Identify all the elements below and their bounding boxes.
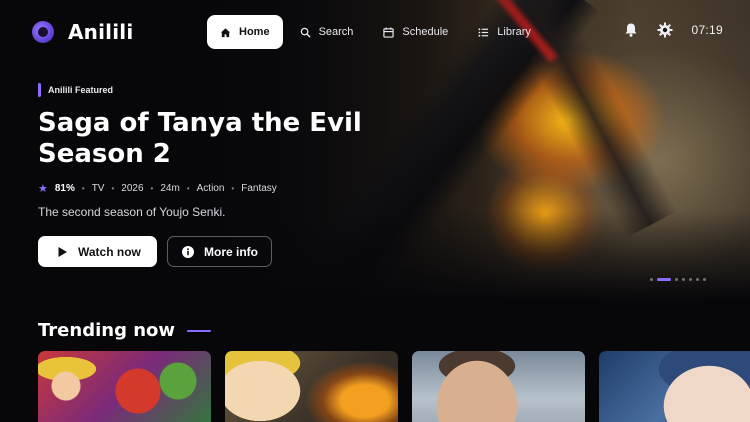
carousel-dot[interactable] xyxy=(696,278,699,281)
nav-home[interactable]: Home xyxy=(207,15,283,49)
hero-meta: ★ 81% • TV • 2026 • 24m • Action • Fanta… xyxy=(38,182,277,195)
meta-duration: 24m xyxy=(160,183,180,194)
carousel-dot[interactable] xyxy=(682,278,685,281)
carousel-indicator xyxy=(650,278,706,281)
carousel-dot[interactable] xyxy=(650,278,653,281)
more-info-button[interactable]: More info xyxy=(167,236,272,267)
search-icon xyxy=(300,27,311,38)
info-icon xyxy=(182,245,194,258)
list-icon xyxy=(478,27,489,37)
meta-genre: Fantasy xyxy=(241,183,277,194)
app-logo[interactable]: Anilili xyxy=(32,20,133,44)
featured-tag: Anilili Featured xyxy=(38,83,113,97)
trending-card[interactable] xyxy=(412,351,585,422)
star-icon: ★ xyxy=(38,183,48,195)
nav-schedule-label: Schedule xyxy=(402,26,449,38)
top-right-tools: 07:19 xyxy=(623,22,723,38)
meta-type: TV xyxy=(91,183,105,194)
logo-icon xyxy=(32,21,54,43)
meta-year: 2026 xyxy=(121,183,144,194)
trending-title: Trending now xyxy=(38,320,176,341)
main-nav: Home Search Schedule Library xyxy=(207,15,544,49)
nav-home-label: Home xyxy=(239,26,270,38)
hero-title: Saga of Tanya the Evil Season 2 xyxy=(38,108,362,169)
more-info-label: More info xyxy=(204,244,258,259)
clock: 07:19 xyxy=(691,23,723,37)
home-icon xyxy=(220,27,231,37)
app-name: Anilili xyxy=(68,20,134,44)
notifications-button[interactable] xyxy=(623,22,639,38)
watch-now-button[interactable]: Watch now xyxy=(38,236,157,267)
trending-row xyxy=(38,351,750,422)
calendar-icon xyxy=(383,26,395,38)
separator-dot: • xyxy=(111,184,115,193)
score: 81% xyxy=(54,183,75,194)
trending-card[interactable] xyxy=(225,351,398,422)
gear-icon xyxy=(657,22,673,38)
nav-library-label: Library xyxy=(497,26,531,38)
accent-bar xyxy=(38,83,41,97)
nav-library[interactable]: Library xyxy=(465,15,544,49)
trending-card[interactable] xyxy=(38,351,211,422)
featured-tag-label: Anilili Featured xyxy=(48,85,114,95)
separator-dot: • xyxy=(231,184,235,193)
carousel-dot-active[interactable] xyxy=(657,278,671,281)
hero-description: The second season of Youjo Senki. xyxy=(38,205,226,219)
play-icon xyxy=(58,246,67,257)
watch-now-label: Watch now xyxy=(78,244,141,259)
top-bar: Anilili Home Search Schedule Library 07:… xyxy=(0,0,750,64)
bell-icon xyxy=(625,23,637,37)
trending-card[interactable] xyxy=(599,351,750,422)
carousel-dot[interactable] xyxy=(689,278,692,281)
nav-search[interactable]: Search xyxy=(287,15,367,49)
separator-dot: • xyxy=(150,184,154,193)
accent-line xyxy=(187,329,212,332)
meta-genre: Action xyxy=(196,183,225,194)
trending-header: Trending now xyxy=(38,320,212,341)
separator-dot: • xyxy=(186,184,190,193)
separator-dot: • xyxy=(81,184,85,193)
settings-button[interactable] xyxy=(657,22,673,38)
carousel-dot[interactable] xyxy=(703,278,706,281)
nav-schedule[interactable]: Schedule xyxy=(370,15,461,49)
nav-search-label: Search xyxy=(318,26,354,38)
carousel-dot[interactable] xyxy=(675,278,678,281)
